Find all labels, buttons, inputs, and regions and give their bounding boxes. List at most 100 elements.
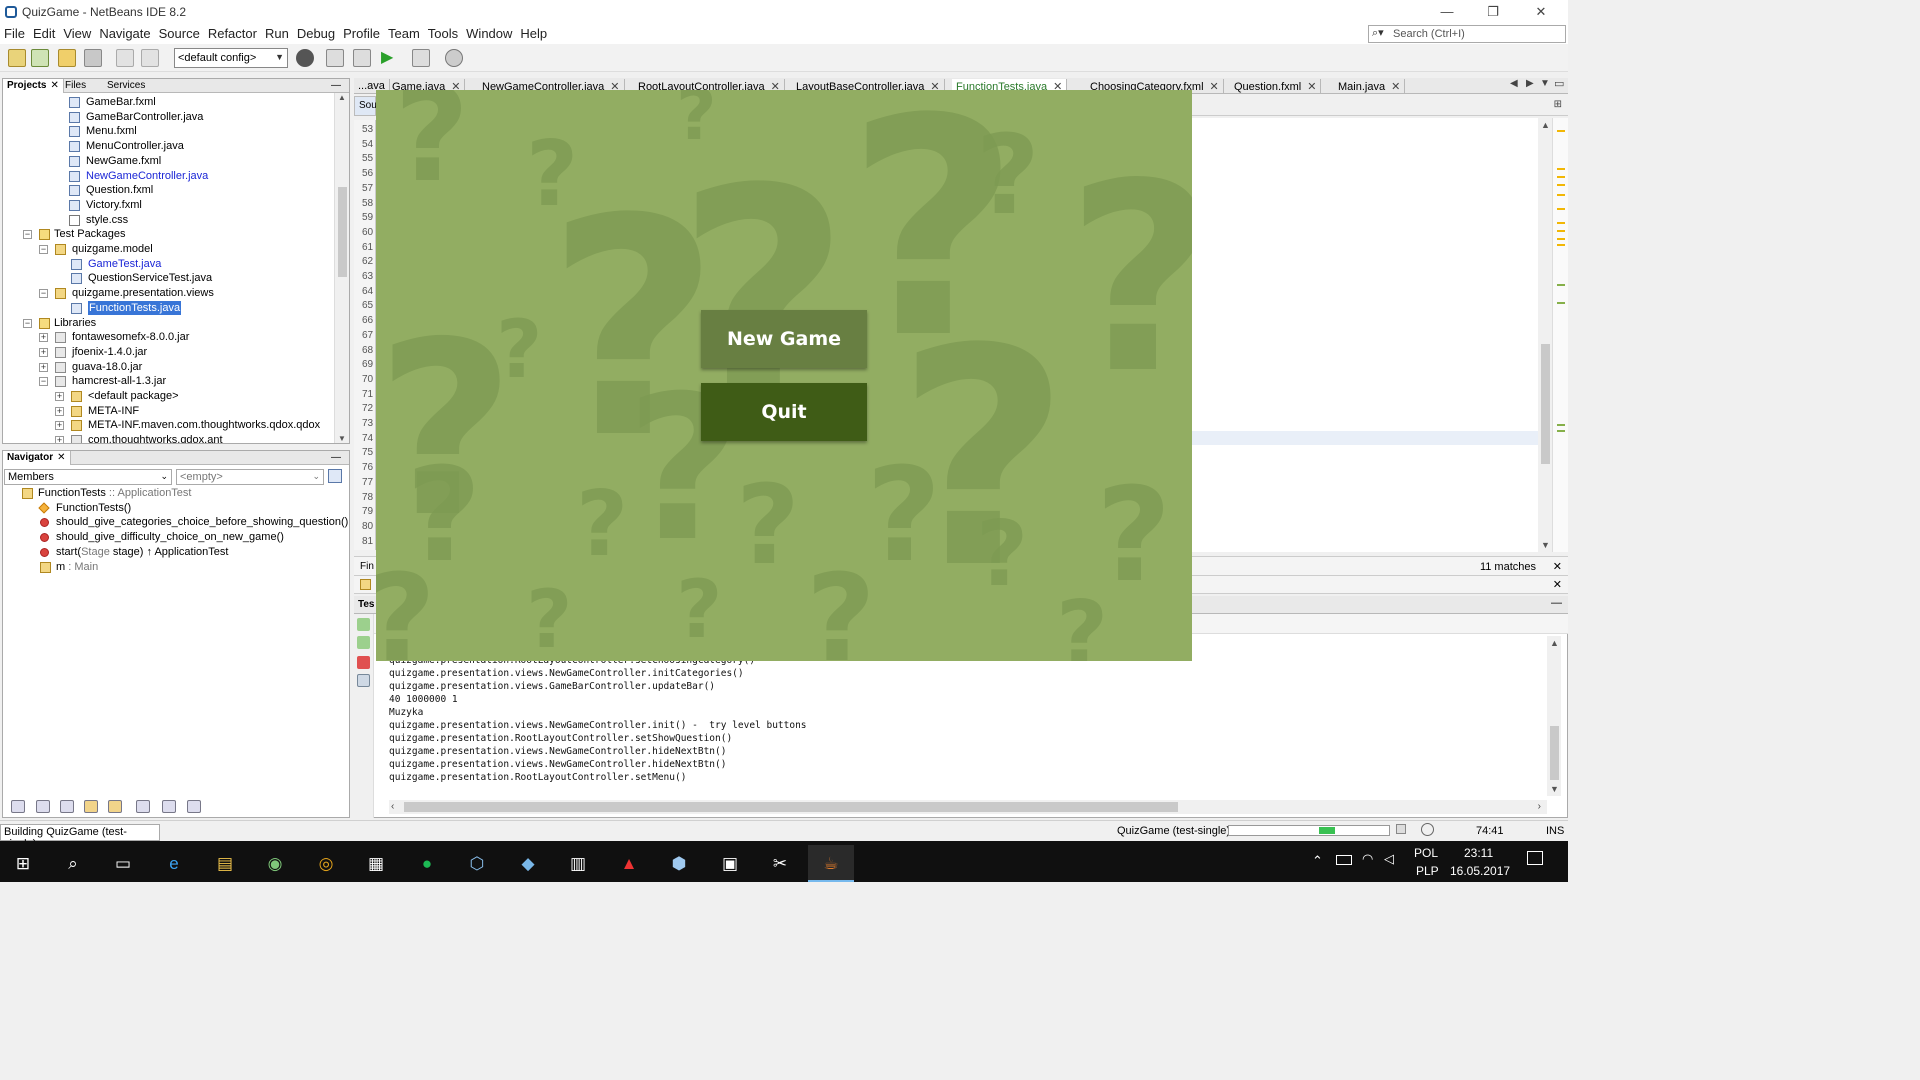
quit-button[interactable]: Quit xyxy=(701,383,867,441)
change-mark[interactable] xyxy=(1557,284,1565,286)
new-project-icon[interactable] xyxy=(31,49,49,67)
tray-overflow-icon[interactable]: ⌃ xyxy=(1312,853,1323,869)
expand-icon[interactable]: + xyxy=(39,333,48,343)
scroll-left-icon[interactable]: ‹ xyxy=(391,801,394,812)
scroll-thumb[interactable] xyxy=(1550,726,1559,780)
inherited-members-icon[interactable] xyxy=(11,800,25,813)
code-editor[interactable] xyxy=(1192,118,1538,552)
new-file-icon[interactable] xyxy=(8,49,26,67)
new-game-button[interactable]: New Game xyxy=(701,310,867,368)
input-layout[interactable]: PLP xyxy=(1416,864,1439,878)
android-studio-icon[interactable]: ◉ xyxy=(252,845,298,882)
action-center-icon[interactable] xyxy=(1527,851,1543,865)
collapse-icon[interactable]: − xyxy=(39,245,48,254)
run-icon[interactable]: ▶ xyxy=(381,49,399,67)
menu-edit[interactable]: Edit xyxy=(29,24,59,41)
source-tab[interactable]: Sou xyxy=(354,96,377,116)
hscroll-thumb[interactable] xyxy=(404,802,1178,812)
close-icon[interactable]: ✕ xyxy=(50,80,58,91)
members-filter-select[interactable]: Members ⌄ xyxy=(4,469,172,485)
error-stripe[interactable] xyxy=(1552,118,1568,552)
task-view-icon[interactable]: ▭ xyxy=(100,845,146,882)
warning-mark[interactable] xyxy=(1557,176,1565,178)
chrome-icon[interactable]: ◎ xyxy=(303,845,349,882)
close-icon[interactable]: ✕ xyxy=(1307,81,1316,93)
menu-run[interactable]: Run xyxy=(261,24,293,41)
scroll-up-icon[interactable]: ▲ xyxy=(1541,120,1550,130)
expand-icon[interactable]: + xyxy=(55,406,64,416)
warning-mark[interactable] xyxy=(1557,130,1565,132)
java-icon[interactable]: ☕ xyxy=(808,845,854,882)
find-options-icon[interactable] xyxy=(360,579,371,590)
expand-icon[interactable]: + xyxy=(39,362,48,372)
scroll-right-icon[interactable]: › xyxy=(1538,801,1541,812)
save-all-icon[interactable] xyxy=(84,49,102,67)
wifi-icon[interactable]: ◠ xyxy=(1362,851,1373,867)
warning-mark[interactable] xyxy=(1557,168,1565,170)
scroll-tabs-left-icon[interactable]: ◀ xyxy=(1510,78,1518,89)
volume-icon[interactable]: ◁ xyxy=(1384,851,1394,867)
show-fields-icon[interactable] xyxy=(36,800,50,813)
scroll-up-icon[interactable]: ▲ xyxy=(1550,638,1559,648)
spotify-icon[interactable]: ● xyxy=(404,845,450,882)
test-output-console[interactable]: quizgame.presentation.RootLayoutControll… xyxy=(389,654,1539,790)
acrobat-icon[interactable]: ▲ xyxy=(606,845,652,882)
warning-mark[interactable] xyxy=(1557,194,1565,196)
clock-date[interactable]: 16.05.2017 xyxy=(1450,864,1510,878)
show-static-icon[interactable] xyxy=(60,800,74,813)
notepad-icon[interactable]: ▥ xyxy=(555,845,601,882)
tab-test-results[interactable]: Tes xyxy=(358,599,375,610)
undo-icon[interactable] xyxy=(116,49,134,67)
editor-scrollbar[interactable]: ▲ ▼ xyxy=(1538,118,1552,552)
menu-refactor[interactable]: Refactor xyxy=(204,24,261,41)
minimize-panel-icon[interactable]: — xyxy=(327,451,345,465)
tab-services[interactable]: Services xyxy=(103,79,149,93)
show-nonpublic-icon[interactable] xyxy=(84,800,98,813)
menu-profile[interactable]: Profile xyxy=(339,24,384,41)
collapse-icon[interactable]: − xyxy=(39,377,48,387)
close-icon[interactable]: ✕ xyxy=(1553,578,1562,591)
word-icon[interactable]: ◆ xyxy=(505,845,551,882)
minimize-button[interactable]: — xyxy=(1432,2,1462,22)
warning-mark[interactable] xyxy=(1557,238,1565,240)
scroll-up-icon[interactable]: ▲ xyxy=(338,93,346,102)
warning-mark[interactable] xyxy=(1557,184,1565,186)
store-icon[interactable]: ▦ xyxy=(353,845,399,882)
menu-file[interactable]: File xyxy=(0,24,29,41)
empty-filter-select[interactable]: <empty> ⌄ xyxy=(176,469,324,485)
debug-icon[interactable] xyxy=(412,49,430,67)
tab-navigator[interactable]: Navigator ✕ xyxy=(3,451,71,465)
config-select[interactable]: <default config> ▼ xyxy=(174,48,288,68)
build-icon[interactable] xyxy=(326,49,344,67)
close-icon[interactable]: ✕ xyxy=(1391,81,1400,93)
tab-list-icon[interactable]: ▼ xyxy=(1540,78,1550,89)
navigator-options-icon[interactable] xyxy=(328,469,342,483)
warning-mark[interactable] xyxy=(1557,244,1565,246)
clock-time[interactable]: 23:11 xyxy=(1464,846,1493,860)
tab-projects[interactable]: Projects ✕ xyxy=(3,79,64,93)
edge-icon[interactable]: e xyxy=(151,845,197,882)
finder-icon[interactable]: ▣ xyxy=(707,845,753,882)
clean-build-icon[interactable] xyxy=(353,49,371,67)
change-mark[interactable] xyxy=(1557,424,1565,426)
warning-mark[interactable] xyxy=(1557,208,1565,210)
menu-debug[interactable]: Debug xyxy=(293,24,339,41)
close-button[interactable]: ✕ xyxy=(1526,2,1556,22)
collapse-icon[interactable]: − xyxy=(23,318,32,328)
rerun-failed-icon[interactable] xyxy=(357,636,370,649)
3d-box-icon[interactable]: ⬢ xyxy=(656,845,702,882)
menu-help[interactable]: Help xyxy=(516,24,551,41)
close-icon[interactable]: ✕ xyxy=(1210,81,1219,93)
collapse-icon[interactable]: − xyxy=(39,289,48,299)
console-scrollbar[interactable]: ▲ ▼ xyxy=(1547,636,1561,796)
close-find-icon[interactable]: ✕ xyxy=(1553,560,1562,573)
warning-mark[interactable] xyxy=(1557,230,1565,232)
scroll-tabs-right-icon[interactable]: ▶ xyxy=(1526,78,1534,89)
battery-icon[interactable] xyxy=(1336,855,1352,865)
projects-scrollbar[interactable]: ▲ ▼ xyxy=(334,93,349,443)
profile-icon[interactable] xyxy=(445,49,463,67)
open-project-icon[interactable] xyxy=(58,49,76,67)
expand-icon[interactable]: + xyxy=(39,347,48,357)
sort-by-source-icon[interactable] xyxy=(187,800,201,813)
search-input[interactable]: ⌕▾ Search (Ctrl+I) xyxy=(1368,25,1566,43)
